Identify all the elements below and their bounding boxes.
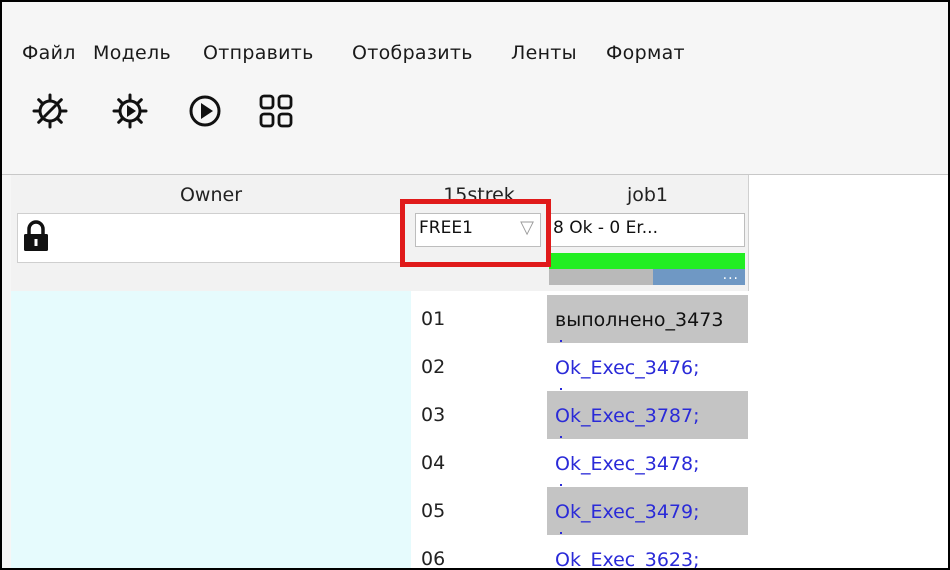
job-cell-value: выполнено_3473 (555, 309, 724, 331)
gear-stop-button[interactable] (30, 91, 70, 131)
lock-icon (24, 220, 48, 251)
job-cell-value: Ok_Exec_3479; (555, 501, 700, 523)
progress-done-segment (549, 269, 653, 285)
job-cell[interactable]: Ok_Exec_3623; (547, 535, 748, 570)
owner-column-body (11, 291, 411, 570)
job-cell-value: Ok_Exec_3623; (555, 549, 700, 570)
grid-view-icon (259, 94, 293, 128)
job-progress-bar: ... (549, 253, 745, 285)
row-number: 04 (421, 452, 446, 474)
cell-marker (560, 484, 562, 486)
col-job1-header: job1 8 Ok - 0 Er... ... (547, 175, 749, 291)
cell-marker (560, 388, 562, 390)
highlight-box (400, 199, 551, 267)
menu-display[interactable]: Отобразить (352, 42, 473, 64)
progress-ok-segment (549, 253, 745, 269)
gear-play-icon (112, 93, 148, 129)
play-circle-icon (189, 95, 221, 127)
menu-model[interactable]: Модель (93, 42, 171, 64)
job-cell[interactable]: Ok_Exec_3787; (547, 391, 748, 439)
job-cell[interactable]: выполнено_3473 (547, 295, 748, 343)
menu-bar: Файл Модель Отправить Отобразить Ленты Ф… (0, 0, 950, 80)
job-cell[interactable]: Ok_Exec_3479; (547, 487, 748, 535)
owner-filter-field[interactable] (17, 213, 405, 263)
row-number: 06 (421, 548, 446, 570)
menu-file[interactable]: Файл (22, 42, 76, 64)
row-number: 02 (421, 356, 446, 378)
cell-marker (560, 340, 562, 342)
cell-marker (560, 532, 562, 534)
grid-view-button[interactable] (256, 91, 296, 131)
gear-stop-icon (32, 93, 68, 129)
row-number: 01 (421, 308, 446, 330)
play-button[interactable] (185, 91, 225, 131)
progress-more-button[interactable]: ... (723, 267, 739, 283)
job-cell-value: Ok_Exec_3787; (555, 405, 700, 427)
menu-ribbons[interactable]: Ленты (511, 42, 577, 64)
job-cell-value: Ok_Exec_3478; (555, 453, 700, 475)
menu-format[interactable]: Формат (606, 42, 685, 64)
gear-play-button[interactable] (110, 91, 150, 131)
menu-send[interactable]: Отправить (203, 42, 314, 64)
owner-column-header: Owner (11, 175, 412, 291)
job-status-field[interactable]: 8 Ok - 0 Er... (549, 213, 745, 247)
job-cell[interactable]: Ok_Exec_3476; (547, 343, 748, 391)
data-grid: Owner 15strek FREE1 ▽ job1 8 Ok - 0 Er..… (11, 175, 950, 570)
col-job1-title[interactable]: job1 (547, 184, 748, 206)
job-cell-value: Ok_Exec_3476; (555, 357, 700, 379)
row-number: 03 (421, 404, 446, 426)
row-number: 05 (421, 500, 446, 522)
cell-marker (560, 436, 562, 438)
job-cell[interactable]: Ok_Exec_3478; (547, 439, 748, 487)
app-window: Файл Модель Отправить Отобразить Ленты Ф… (0, 0, 950, 570)
owner-header-title[interactable]: Owner (11, 184, 411, 206)
